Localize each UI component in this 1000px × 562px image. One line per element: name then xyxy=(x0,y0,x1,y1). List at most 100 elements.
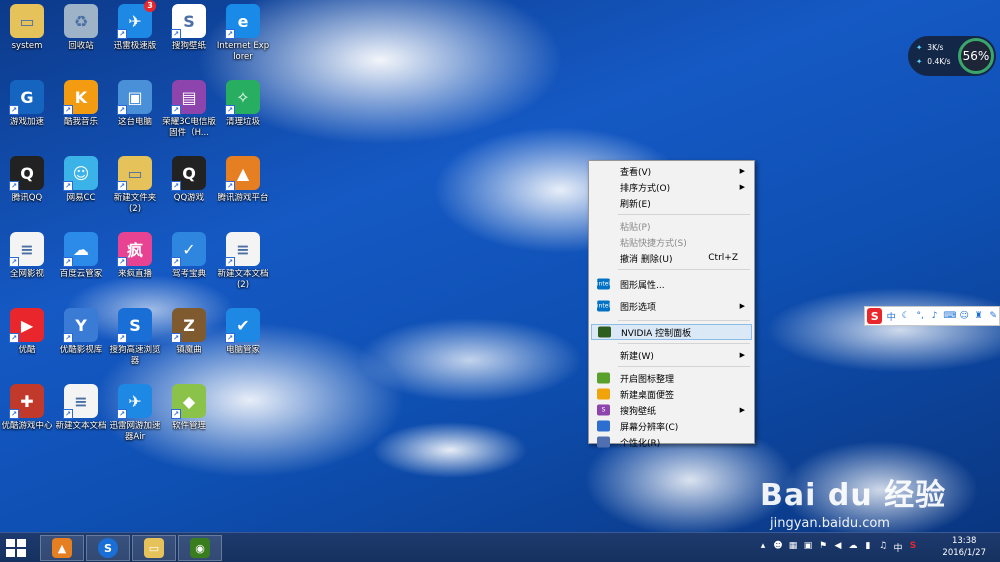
desktop-icon[interactable]: ≡ ↗ 新建文本文档 xyxy=(54,384,108,432)
taskbar-tencent-game[interactable]: ▲ xyxy=(40,535,84,561)
menu-item[interactable]: 屏幕分辨率(C) xyxy=(591,418,752,434)
xunlei-icon: ✈ ↗ 3 xyxy=(117,0,156,39)
document-icon: ≡ ↗ xyxy=(225,232,260,267)
punctuation-icon[interactable]: °, xyxy=(914,311,926,321)
menu-item-label: 粘贴(P) xyxy=(620,222,651,233)
desktop-icon[interactable]: S ↗ 搜狗壁纸 xyxy=(162,4,216,52)
menu-item[interactable]: 查看(V) ▶ xyxy=(591,163,752,179)
desktop-icon[interactable]: ♻ 回收站 xyxy=(54,4,108,52)
show-hidden-icons-icon[interactable]: ▴ xyxy=(758,541,768,554)
action-center-icon[interactable]: ▣ xyxy=(803,541,813,554)
desktop-icon[interactable]: ▶ ↗ 优酷 xyxy=(0,308,54,356)
menu-item[interactable]: 个性化(R) xyxy=(591,434,752,450)
sogou-ime-logo-icon[interactable]: S xyxy=(867,308,883,324)
volume-icon[interactable]: ♫ xyxy=(878,541,888,554)
desktop-icon[interactable]: ✈ ↗ 3 迅雷极速版 xyxy=(108,0,162,52)
taskbar-sogou-browser[interactable]: S xyxy=(86,535,130,561)
youku-icon: ▶ ↗ xyxy=(9,308,44,343)
user-icon[interactable]: ☻ xyxy=(773,541,783,554)
windows-tray-icon[interactable]: ▦ xyxy=(788,541,798,554)
submenu-arrow-icon: ▶ xyxy=(739,351,745,359)
desktop-icon[interactable]: ✧ ↗ 清理垃圾 xyxy=(216,80,270,128)
shortcut-arrow-icon: ↗ xyxy=(171,333,181,343)
desktop-icon-label: 电脑管家 xyxy=(225,345,260,355)
skin-icon[interactable]: ♜ xyxy=(973,311,985,321)
desktop-icon-label: 清理垃圾 xyxy=(225,117,260,127)
desktop-icon[interactable]: ◆ ↗ 软件管理 xyxy=(162,384,216,432)
desktop-icon[interactable]: ✈ ↗ 迅雷网游加速器Air xyxy=(108,384,162,443)
menu-item[interactable]: 刷新(E) xyxy=(591,195,752,211)
desktop-icon[interactable]: ▤ ↗ 荣耀3C电信版固件（H... xyxy=(162,80,216,139)
ime-mode-toggle[interactable]: 中 xyxy=(885,310,897,323)
moon-icon[interactable]: ☾ xyxy=(900,311,912,321)
sogou-tray-icon[interactable]: S xyxy=(908,541,918,554)
desktop-icon[interactable]: ≡ ↗ 全网影视 xyxy=(0,232,54,280)
desktop-icon[interactable]: G ↗ 游戏加速 xyxy=(0,80,54,128)
menu-item[interactable]: S 搜狗壁纸 ▶ xyxy=(591,402,752,418)
menu-item-label: 搜狗壁纸 xyxy=(620,406,657,417)
desktop-icon[interactable]: ☺ ↗ 网易CC xyxy=(54,156,108,204)
desktop-icon[interactable]: Q ↗ QQ游戏 xyxy=(162,156,216,204)
speaker-icon[interactable]: ◀ xyxy=(833,541,843,554)
desktop-icon[interactable]: ✓ ↗ 驾考宝典 xyxy=(162,232,216,280)
ime-toolbar[interactable]: S 中 ☾ °, ♪ ⌨ ☺ ♜ ✎ xyxy=(864,306,1000,326)
start-button[interactable] xyxy=(6,539,26,557)
flag-icon[interactable]: ⚑ xyxy=(818,541,828,554)
menu-item[interactable]: 开启图标整理 xyxy=(591,370,752,386)
clock-date: 2016/1/27 xyxy=(942,548,986,558)
desktop-icon[interactable]: ≡ ↗ 新建文本文档 (2) xyxy=(216,232,270,291)
desktop-icon[interactable]: e ↗ Internet Explorer xyxy=(216,4,270,63)
taskbar-clock[interactable]: 13:38 2016/1/27 xyxy=(942,535,986,559)
desktop-icon-label: 优酷游戏中心 xyxy=(1,421,53,431)
taskbar-file-explorer[interactable]: ▭ xyxy=(132,535,176,561)
monitor-icon xyxy=(597,420,610,432)
menu-item-label: 开启图标整理 xyxy=(620,374,675,385)
taskbar-nvidia[interactable]: ◉ xyxy=(178,535,222,561)
menu-item-label: 图形属性... xyxy=(620,280,665,291)
document-icon: ≡ ↗ xyxy=(9,232,44,267)
desktop-icon[interactable]: ▲ ↗ 腾讯游戏平台 xyxy=(216,156,270,204)
qq-game-icon: Q ↗ xyxy=(171,156,206,191)
submenu-arrow-icon: ▶ xyxy=(739,302,745,310)
desktop-icon[interactable]: K ↗ 酷我音乐 xyxy=(54,80,108,128)
voice-icon[interactable]: ♪ xyxy=(929,311,941,321)
desktop-icon[interactable]: ✔ ↗ 电脑管家 xyxy=(216,308,270,356)
desktop-icon[interactable]: 疯 ↗ 来疯直播 xyxy=(108,232,162,280)
menu-item[interactable]: 新建(W) ▶ xyxy=(591,347,752,363)
submenu-arrow-icon: ▶ xyxy=(739,406,745,414)
desktop-icon-label: 网易CC xyxy=(66,193,96,203)
ime-indicator[interactable]: 中 xyxy=(893,541,903,554)
software-manager-icon: ◆ ↗ xyxy=(171,384,206,419)
sogou-browser-icon: S ↗ xyxy=(117,308,152,343)
desktop-icon[interactable]: S ↗ 搜狗高速浏览器 xyxy=(108,308,162,367)
desktop-icon[interactable]: Z ↗ 镇魔曲 xyxy=(162,308,216,356)
shortcut-arrow-icon: ↗ xyxy=(117,181,127,191)
menu-item[interactable]: 排序方式(O) ▶ xyxy=(591,179,752,195)
desktop-icon-label: 驾考宝典 xyxy=(171,269,206,279)
menu-item[interactable]: 新建桌面便签 xyxy=(591,386,752,402)
desktop-icon-label: QQ游戏 xyxy=(173,193,205,203)
menu-item[interactable]: 撤消 删除(U) Ctrl+Z xyxy=(591,250,752,266)
desktop-icon[interactable]: ✚ ↗ 优酷游戏中心 xyxy=(0,384,54,432)
shortcut-arrow-icon: ↗ xyxy=(225,333,235,343)
submenu-arrow-icon: ▶ xyxy=(739,167,745,175)
user-icon[interactable]: ☺ xyxy=(958,311,970,321)
keyboard-icon[interactable]: ⌨ xyxy=(943,311,956,321)
menu-separator xyxy=(618,214,750,215)
desktop-icon[interactable]: ▭ ↗ 新建文件夹(2) xyxy=(108,156,162,215)
wrench-icon[interactable]: ✎ xyxy=(987,311,999,321)
desktop-icon[interactable]: ☁ ↗ 百度云管家 xyxy=(54,232,108,280)
desktop-icon[interactable]: Q ↗ 腾讯QQ xyxy=(0,156,54,204)
desktop-icon[interactable]: Y ↗ 优酷影视库 xyxy=(54,308,108,356)
intel-icon: intel xyxy=(596,300,611,312)
cloud-icon[interactable]: ☁ xyxy=(848,541,858,554)
sogou-wallpaper-icon: S ↗ xyxy=(171,4,206,39)
desktop-icon[interactable]: ▭ system xyxy=(0,4,54,52)
network-meter-widget[interactable]: ✦ 3K/s ✦ 0.4K/s 56% xyxy=(908,36,996,76)
menu-item[interactable]: intel 图形选项 ▶ xyxy=(591,295,752,317)
network-icon[interactable]: ▮ xyxy=(863,541,873,554)
desktop-icon[interactable]: ▣ ↗ 这台电脑 xyxy=(108,80,162,128)
menu-item[interactable]: NVIDIA 控制面板 xyxy=(591,324,752,340)
game-accelerator-icon: G ↗ xyxy=(9,80,44,115)
menu-item[interactable]: intel 图形属性... xyxy=(591,273,752,295)
